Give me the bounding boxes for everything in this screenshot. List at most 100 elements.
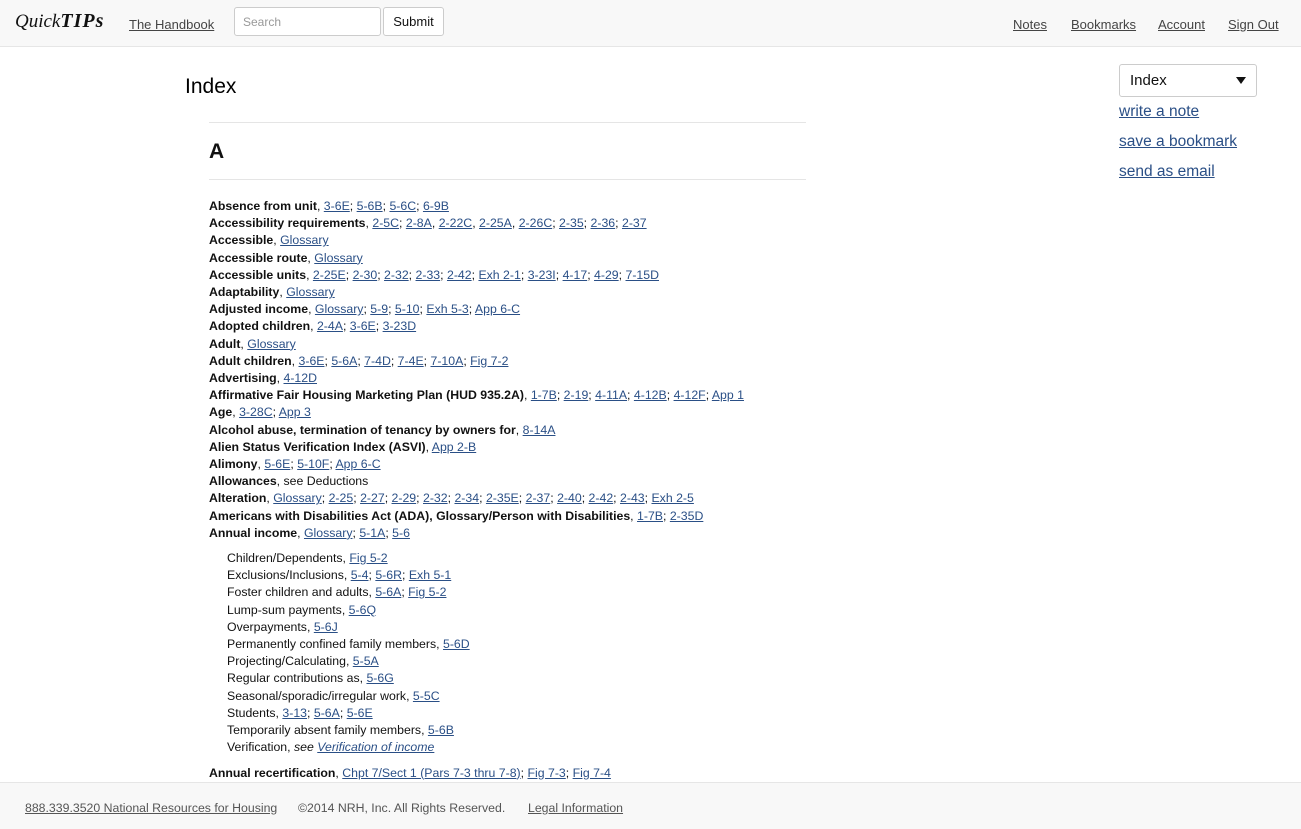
index-reference-link[interactable]: 5-6Q — [349, 603, 376, 617]
index-reference-link[interactable]: 5-6B — [428, 723, 454, 737]
index-reference-link[interactable]: 2-43 — [620, 491, 645, 505]
index-reference-link[interactable]: 7-4D — [364, 354, 391, 368]
index-reference-link[interactable]: Exh 2-1 — [478, 268, 520, 282]
index-reference-link[interactable]: 5-10 — [395, 302, 420, 316]
index-reference-link[interactable]: 2-36 — [591, 216, 616, 230]
index-reference-link[interactable]: App 6-C — [335, 457, 380, 471]
index-reference-link[interactable]: 2-35 — [559, 216, 584, 230]
index-reference-link[interactable]: Exh 2-5 — [651, 491, 693, 505]
index-reference-link[interactable]: 5-4 — [351, 568, 369, 582]
index-reference-link[interactable]: 5-6E — [264, 457, 290, 471]
index-reference-link[interactable]: 2-5C — [372, 216, 399, 230]
index-reference-link[interactable]: 2-19 — [564, 388, 589, 402]
index-reference-link[interactable]: 2-22C — [439, 216, 473, 230]
index-reference-link[interactable]: 2-8A — [406, 216, 432, 230]
index-reference-link[interactable]: 2-25A — [479, 216, 512, 230]
index-reference-link[interactable]: 2-30 — [353, 268, 378, 282]
index-reference-link[interactable]: 5-6A — [331, 354, 357, 368]
index-reference-link[interactable]: Fig 5-2 — [408, 585, 446, 599]
legal-information-link[interactable]: Legal Information — [528, 801, 623, 815]
index-reference-link[interactable]: 5-6E — [347, 706, 373, 720]
index-reference-link[interactable]: Chpt 7/Sect 1 (Pars 7-3 thru 7-8) — [342, 766, 520, 780]
index-reference-link[interactable]: 2-34 — [454, 491, 479, 505]
index-reference-link[interactable]: 3-6E — [350, 319, 376, 333]
index-reference-link[interactable]: 2-25 — [329, 491, 354, 505]
index-reference-link[interactable]: Glossary — [304, 526, 353, 540]
index-reference-link[interactable]: 1-7B — [531, 388, 557, 402]
index-reference-link[interactable]: App 1 — [712, 388, 744, 402]
index-reference-link[interactable]: 2-35E — [486, 491, 519, 505]
index-reference-link[interactable]: 7-10A — [431, 354, 464, 368]
index-reference-link[interactable]: 5-9 — [370, 302, 388, 316]
index-reference-link[interactable]: 2-40 — [557, 491, 582, 505]
index-reference-link[interactable]: Glossary — [247, 337, 296, 351]
section-select[interactable]: Index — [1119, 64, 1257, 97]
index-reference-link[interactable]: 4-29 — [594, 268, 619, 282]
handbook-link[interactable]: The Handbook — [129, 17, 214, 32]
index-reference-link[interactable]: 4-12D — [284, 371, 318, 385]
index-reference-link[interactable]: 7-4E — [398, 354, 424, 368]
index-reference-link[interactable]: App 6-C — [475, 302, 520, 316]
index-reference-link[interactable]: 4-11A — [595, 388, 627, 402]
index-reference-link[interactable]: 5-5C — [413, 689, 440, 703]
index-reference-link[interactable]: Glossary — [286, 285, 335, 299]
send-email-link[interactable]: send as email — [1119, 163, 1215, 181]
index-reference-link[interactable]: 3-28C — [239, 405, 273, 419]
index-reference-link[interactable]: 2-35D — [670, 509, 704, 523]
index-reference-link[interactable]: 5-6R — [375, 568, 402, 582]
index-reference-link[interactable]: 5-5A — [353, 654, 379, 668]
index-reference-link[interactable]: 2-25E — [313, 268, 346, 282]
index-see-link[interactable]: Verification of income — [317, 740, 434, 754]
nav-account-link[interactable]: Account — [1158, 17, 1205, 32]
index-reference-link[interactable]: Exh 5-3 — [426, 302, 468, 316]
index-reference-link[interactable]: Glossary — [315, 302, 364, 316]
index-reference-link[interactable]: 1-7B — [637, 509, 663, 523]
index-reference-link[interactable]: Fig 7-3 — [528, 766, 566, 780]
index-reference-link[interactable]: 8-14A — [523, 423, 556, 437]
index-reference-link[interactable]: 3-6E — [299, 354, 325, 368]
index-reference-link[interactable]: 2-26C — [519, 216, 553, 230]
index-reference-link[interactable]: 5-6J — [314, 620, 338, 634]
index-reference-link[interactable]: 5-6B — [357, 199, 383, 213]
index-reference-link[interactable]: 5-6G — [366, 671, 393, 685]
index-reference-link[interactable]: 2-37 — [622, 216, 647, 230]
index-reference-link[interactable]: 3-6E — [324, 199, 350, 213]
nav-sign-out-link[interactable]: Sign Out — [1228, 17, 1279, 32]
index-reference-link[interactable]: 5-10F — [297, 457, 329, 471]
write-note-link[interactable]: write a note — [1119, 103, 1199, 121]
index-reference-link[interactable]: Exh 5-1 — [409, 568, 451, 582]
index-reference-link[interactable]: 2-32 — [423, 491, 448, 505]
index-reference-link[interactable]: 2-42 — [447, 268, 472, 282]
index-reference-link[interactable]: Fig 5-2 — [349, 551, 387, 565]
index-reference-link[interactable]: 6-9B — [423, 199, 449, 213]
index-reference-link[interactable]: 2-42 — [589, 491, 614, 505]
index-reference-link[interactable]: 5-6A — [314, 706, 340, 720]
index-reference-link[interactable]: 3-13 — [282, 706, 307, 720]
index-reference-link[interactable]: 2-37 — [526, 491, 551, 505]
index-reference-link[interactable]: 5-6C — [389, 199, 416, 213]
index-reference-link[interactable]: 3-23I — [528, 268, 556, 282]
index-reference-link[interactable]: 5-6D — [443, 637, 470, 651]
index-reference-link[interactable]: 5-1A — [359, 526, 385, 540]
phone-link[interactable]: 888.339.3520 National Resources for Hous… — [25, 801, 277, 815]
index-reference-link[interactable]: 4-17 — [563, 268, 588, 282]
index-reference-link[interactable]: 2-29 — [392, 491, 417, 505]
index-reference-link[interactable]: 2-4A — [317, 319, 343, 333]
index-reference-link[interactable]: 2-27 — [360, 491, 385, 505]
index-reference-link[interactable]: 3-23D — [383, 319, 417, 333]
index-reference-link[interactable]: Fig 7-2 — [470, 354, 508, 368]
index-reference-link[interactable]: 4-12B — [634, 388, 667, 402]
index-reference-link[interactable]: Fig 7-4 — [573, 766, 611, 780]
index-reference-link[interactable]: 5-6A — [375, 585, 401, 599]
index-reference-link[interactable]: 4-12F — [674, 388, 706, 402]
index-reference-link[interactable]: 2-32 — [384, 268, 409, 282]
index-reference-link[interactable]: Glossary — [314, 251, 363, 265]
save-bookmark-link[interactable]: save a bookmark — [1119, 133, 1237, 151]
index-reference-link[interactable]: 2-33 — [416, 268, 441, 282]
index-reference-link[interactable]: 7-15D — [626, 268, 660, 282]
nav-notes-link[interactable]: Notes — [1013, 17, 1047, 32]
nav-bookmarks-link[interactable]: Bookmarks — [1071, 17, 1136, 32]
quicktips-logo[interactable]: QuickTIPs — [15, 10, 104, 33]
index-reference-link[interactable]: App 3 — [279, 405, 311, 419]
submit-button[interactable]: Submit — [383, 7, 444, 36]
